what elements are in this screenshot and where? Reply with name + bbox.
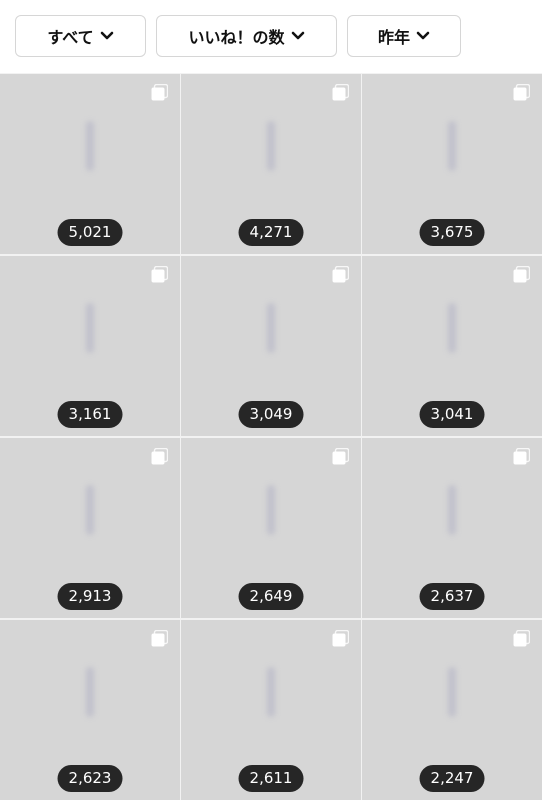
like-count-badge: 3,675 bbox=[419, 219, 485, 246]
post-thumbnail[interactable]: 2,247 bbox=[362, 620, 542, 800]
blurred-image-content bbox=[267, 667, 275, 717]
filter-likes-label: いいね！の数 bbox=[188, 28, 285, 47]
blurred-image-content bbox=[267, 303, 275, 353]
filter-period-label: 昨年 bbox=[377, 28, 410, 47]
post-thumbnail[interactable]: 2,611 bbox=[181, 620, 361, 800]
multiple-posts-icon bbox=[151, 629, 169, 647]
filter-likes-dropdown[interactable]: いいね！の数 bbox=[156, 15, 337, 57]
post-grid: 5,021 4,271 3,675 3,161 3,049 3,041 2,913 2,649… bbox=[0, 73, 542, 800]
multiple-posts-icon bbox=[513, 447, 531, 465]
post-thumbnail[interactable]: 3,041 bbox=[362, 256, 542, 436]
post-thumbnail[interactable]: 3,049 bbox=[181, 256, 361, 436]
multiple-posts-icon bbox=[332, 447, 350, 465]
post-thumbnail[interactable]: 2,913 bbox=[0, 438, 180, 618]
multiple-posts-icon bbox=[513, 265, 531, 283]
like-count-badge: 4,271 bbox=[238, 219, 304, 246]
post-thumbnail[interactable]: 4,271 bbox=[181, 74, 361, 254]
filter-all-label: すべて bbox=[47, 28, 94, 47]
post-thumbnail[interactable]: 2,637 bbox=[362, 438, 542, 618]
blurred-image-content bbox=[448, 667, 456, 717]
multiple-posts-icon bbox=[151, 83, 169, 101]
blurred-image-content bbox=[267, 121, 275, 171]
like-count-badge: 3,041 bbox=[419, 401, 485, 428]
multiple-posts-icon bbox=[332, 83, 350, 101]
like-count-badge: 2,649 bbox=[238, 583, 304, 610]
multiple-posts-icon bbox=[151, 265, 169, 283]
multiple-posts-icon bbox=[151, 447, 169, 465]
multiple-posts-icon bbox=[513, 629, 531, 647]
blurred-image-content bbox=[86, 121, 94, 171]
filter-all-dropdown[interactable]: すべて bbox=[15, 15, 146, 57]
chevron-down-icon bbox=[416, 31, 430, 40]
like-count-badge: 2,247 bbox=[419, 765, 485, 792]
chevron-down-icon bbox=[291, 31, 304, 40]
like-count-badge: 2,611 bbox=[238, 765, 304, 792]
chevron-down-icon bbox=[100, 31, 113, 40]
blurred-image-content bbox=[448, 303, 456, 353]
like-count-badge: 3,161 bbox=[57, 401, 123, 428]
post-thumbnail[interactable]: 2,623 bbox=[0, 620, 180, 800]
multiple-posts-icon bbox=[332, 265, 350, 283]
post-thumbnail[interactable]: 2,649 bbox=[181, 438, 361, 618]
post-thumbnail[interactable]: 3,675 bbox=[362, 74, 542, 254]
blurred-image-content bbox=[448, 121, 456, 171]
multiple-posts-icon bbox=[513, 83, 531, 101]
blurred-image-content bbox=[86, 485, 94, 535]
like-count-badge: 2,637 bbox=[419, 583, 485, 610]
like-count-badge: 2,913 bbox=[57, 583, 123, 610]
blurred-image-content bbox=[86, 303, 94, 353]
like-count-badge: 5,021 bbox=[57, 219, 123, 246]
blurred-image-content bbox=[86, 667, 94, 717]
like-count-badge: 2,623 bbox=[57, 765, 123, 792]
filter-period-dropdown[interactable]: 昨年 bbox=[347, 15, 461, 57]
filter-bar: すべて いいね！の数 昨年 bbox=[0, 0, 542, 73]
like-count-badge: 3,049 bbox=[238, 401, 304, 428]
post-thumbnail[interactable]: 5,021 bbox=[0, 74, 180, 254]
post-thumbnail[interactable]: 3,161 bbox=[0, 256, 180, 436]
blurred-image-content bbox=[267, 485, 275, 535]
multiple-posts-icon bbox=[332, 629, 350, 647]
blurred-image-content bbox=[448, 485, 456, 535]
